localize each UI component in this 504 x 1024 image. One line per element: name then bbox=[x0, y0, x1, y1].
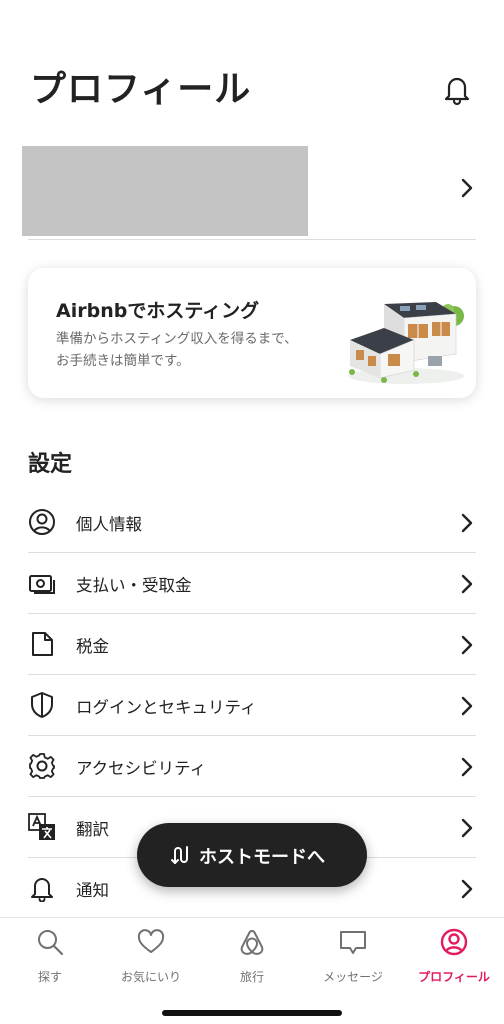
shield-icon bbox=[31, 692, 53, 718]
user-circle-icon bbox=[29, 509, 55, 535]
divider bbox=[28, 239, 476, 240]
settings-item-label: 翻訳 bbox=[76, 820, 109, 839]
settings-heading: 設定 bbox=[28, 452, 73, 477]
tab-label: お気にいり bbox=[120, 970, 181, 984]
gear-icon bbox=[29, 753, 55, 779]
bell-icon[interactable] bbox=[440, 72, 474, 106]
profile-icon bbox=[440, 928, 468, 956]
settings-item-label: 通知 bbox=[76, 881, 109, 900]
settings-item-label: ログインとセキュリティ bbox=[76, 698, 257, 717]
chevron-right-icon bbox=[461, 574, 473, 594]
airbnb-logo-icon bbox=[240, 930, 264, 955]
chevron-right-icon bbox=[461, 635, 473, 655]
host-card-title: Airbnbでホスティング bbox=[56, 300, 260, 322]
bell-icon bbox=[31, 878, 53, 902]
chevron-right-icon bbox=[461, 513, 473, 533]
settings-item-taxes[interactable]: 税金 bbox=[28, 614, 476, 675]
tab-label: 探す bbox=[37, 970, 62, 984]
host-mode-label: ホストモードへ bbox=[199, 847, 325, 868]
tab-label: 旅行 bbox=[239, 970, 264, 984]
tab-wishlists[interactable]: お気にいり bbox=[101, 926, 201, 986]
heart-icon bbox=[137, 929, 165, 953]
message-icon bbox=[340, 931, 366, 954]
house-illustration bbox=[348, 302, 464, 384]
host-promo-card[interactable]: Airbnbでホスティング 準備からホスティング収入を得るまで、お手続きは簡単で… bbox=[28, 268, 476, 398]
profile-summary-row[interactable] bbox=[0, 140, 504, 240]
settings-item-label: 支払い・受取金 bbox=[76, 576, 192, 595]
switch-to-host-mode-button[interactable]: ホストモードへ bbox=[137, 823, 367, 887]
chevron-right-icon bbox=[461, 696, 473, 716]
chevron-right-icon bbox=[461, 178, 473, 198]
tab-messages[interactable]: メッセージ bbox=[303, 926, 403, 986]
chevron-right-icon bbox=[461, 879, 473, 899]
header: プロフィール bbox=[0, 0, 504, 140]
settings-item-payments[interactable]: 支払い・受取金 bbox=[28, 553, 476, 614]
document-icon bbox=[32, 632, 53, 656]
chevron-right-icon bbox=[461, 818, 473, 838]
search-icon bbox=[38, 930, 64, 956]
page-title: プロフィール bbox=[30, 69, 252, 110]
tab-label: メッセージ bbox=[323, 970, 383, 984]
chevron-right-icon bbox=[461, 757, 473, 777]
settings-item-login-security[interactable]: ログインとセキュリティ bbox=[28, 675, 476, 736]
tab-explore[interactable]: 探す bbox=[0, 926, 100, 986]
home-indicator bbox=[162, 1010, 342, 1016]
payments-icon bbox=[29, 575, 55, 594]
translate-icon bbox=[28, 813, 55, 840]
redacted-profile-info bbox=[22, 146, 308, 236]
settings-item-label: 個人情報 bbox=[76, 515, 142, 534]
host-card-description: 準備からホスティング収入を得るまで、お手続きは簡単です。 bbox=[56, 331, 298, 369]
tab-trips[interactable]: 旅行 bbox=[202, 926, 302, 986]
tab-label: プロフィール bbox=[418, 970, 490, 984]
bottom-tab-bar: 探す お気にいり 旅行 メッセージ プロフィール bbox=[0, 917, 504, 1024]
settings-item-label: アクセシビリティ bbox=[76, 759, 207, 778]
tab-profile[interactable]: プロフィール bbox=[404, 926, 504, 986]
settings-item-label: 税金 bbox=[76, 637, 109, 656]
settings-item-personal-info[interactable]: 個人情報 bbox=[28, 492, 476, 553]
settings-item-accessibility[interactable]: アクセシビリティ bbox=[28, 736, 476, 797]
switch-icon bbox=[171, 846, 188, 864]
